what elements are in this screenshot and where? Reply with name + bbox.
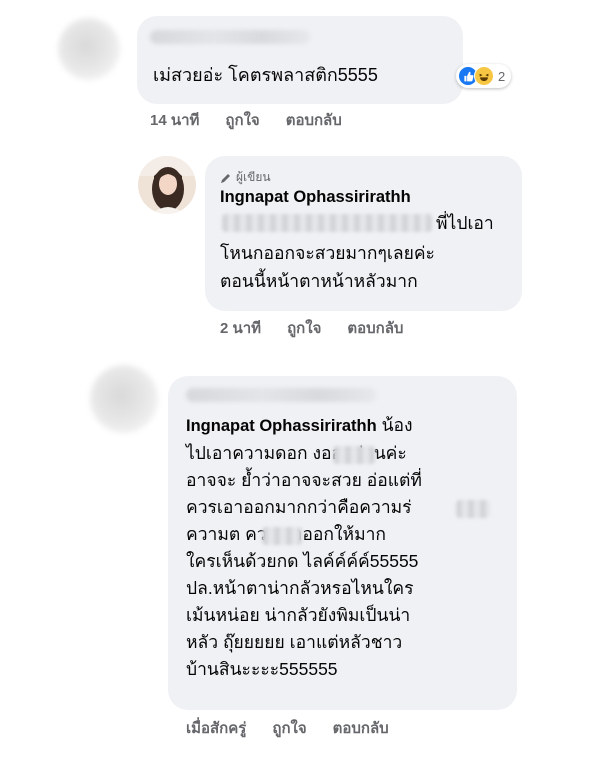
redacted-word bbox=[456, 500, 490, 518]
comment-timestamp[interactable]: เมื่อสักครู่ bbox=[186, 716, 246, 740]
reply-line-1: พี่ไปเอา bbox=[436, 213, 494, 233]
comment-line: บ้านสินะะะะ555555 bbox=[186, 659, 338, 679]
blurred-avatar bbox=[90, 365, 158, 433]
like-button[interactable]: ถูกใจ bbox=[287, 316, 321, 340]
reply-timestamp[interactable]: 2 นาที bbox=[220, 316, 261, 340]
redacted-word bbox=[262, 527, 302, 545]
comment-line: ใครเห็นด้วยกด ไลค์ค์ค์ค์55555 bbox=[186, 551, 419, 571]
comment-line: ปล.หน้าตาน่ากลัวหรอไหนใคร bbox=[186, 578, 414, 598]
blurred-commenter-name bbox=[150, 30, 310, 44]
redacted-word bbox=[333, 446, 375, 464]
reaction-count: 2 bbox=[498, 68, 506, 84]
author-avatar[interactable] bbox=[138, 156, 196, 214]
comment-actions: เมื่อสักครู่ ถูกใจ ตอบกลับ bbox=[186, 716, 389, 740]
comment-line-1-rest: น้อง bbox=[381, 415, 413, 435]
comment-timestamp[interactable]: 14 นาที bbox=[150, 108, 199, 132]
blurred-avatar bbox=[58, 18, 120, 80]
reaction-summary[interactable]: 2 bbox=[456, 64, 512, 88]
reply-actions: 2 นาที ถูกใจ ตอบกลับ bbox=[220, 316, 403, 340]
reply-button[interactable]: ตอบกลับ bbox=[333, 716, 389, 740]
comment-line: เม้นหน่อย น่ากลัวยังพิมเป็นน่า bbox=[186, 605, 411, 625]
mention-link[interactable]: Ingnapat Ophassirirathh bbox=[186, 417, 377, 435]
reply-button[interactable]: ตอบกลับ bbox=[347, 316, 403, 340]
pencil-icon bbox=[221, 173, 230, 183]
reply-line-2: โหนกออกจะสวยมากๆเลยค่ะ bbox=[220, 243, 435, 263]
reply-button[interactable]: ตอบกลับ bbox=[286, 108, 342, 132]
like-button[interactable]: ถูกใจ bbox=[272, 716, 306, 740]
reply-line-3: ตอนนี้หน้าตาหน้าหลัวมาก bbox=[220, 271, 418, 291]
haha-icon bbox=[474, 66, 494, 86]
comment-line: หลัว ถุ๊ยยยยย เอาแต่หลัวชาว bbox=[186, 632, 403, 652]
comment-text-line-1: Ingnapat Ophassirirathh น้อง bbox=[186, 412, 413, 439]
comment-actions: 14 นาที ถูกใจ ตอบกลับ bbox=[150, 108, 342, 132]
blurred-commenter-name bbox=[186, 388, 376, 402]
reply-author-name[interactable]: Ingnapat Ophassirirathh bbox=[220, 184, 411, 210]
comment-text: เม่สวยอ่ะ โคตรพลาสติก5555 bbox=[153, 65, 378, 85]
redacted-mention bbox=[222, 214, 432, 232]
comment-line: อาจจะ ย้ำว่าอาจจะสวย อ่อแต่ที่ bbox=[186, 470, 422, 490]
like-button[interactable]: ถูกใจ bbox=[225, 108, 259, 132]
comment-line: ควรเอาออกมากกว่าคือความร่ bbox=[186, 497, 412, 517]
